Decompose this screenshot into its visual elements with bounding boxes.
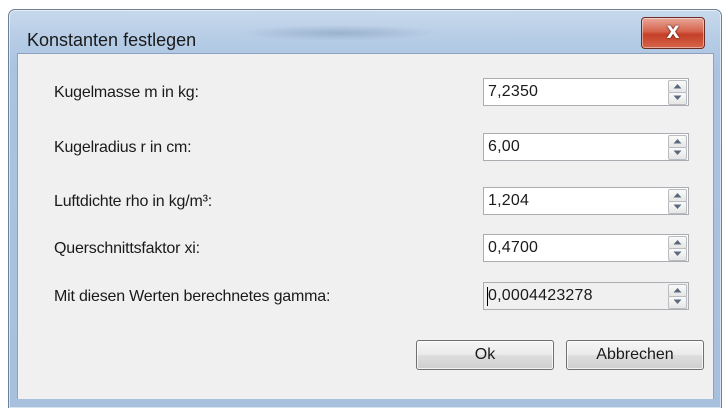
chevron-up-icon <box>673 240 682 245</box>
cross-section-spinbox[interactable]: 0,4700 <box>483 234 689 262</box>
radius-input[interactable]: 6,00 <box>488 138 520 156</box>
ok-button[interactable]: Ok <box>416 340 554 370</box>
chevron-down-icon <box>673 204 682 209</box>
chevron-down-icon <box>673 95 682 100</box>
field-label-radius: Kugelradius r in cm: <box>54 139 192 156</box>
chevron-up-icon <box>673 193 682 198</box>
cancel-button[interactable]: Abbrechen <box>566 340 704 370</box>
radius-spinbox[interactable]: 6,00 <box>483 133 689 161</box>
chevron-up-icon <box>673 139 682 144</box>
air-density-spin-down-button[interactable] <box>668 201 687 214</box>
gamma-output[interactable]: 0,0004423278 <box>488 287 593 305</box>
air-density-spinbox[interactable]: 1,204 <box>483 187 689 215</box>
mass-spin-down-button[interactable] <box>668 92 687 105</box>
cross-section-input[interactable]: 0,4700 <box>488 239 538 257</box>
air-density-input[interactable]: 1,204 <box>488 192 529 210</box>
title-glow <box>239 25 439 41</box>
chevron-up-icon <box>673 84 682 89</box>
chevron-down-icon <box>673 150 682 155</box>
mass-input[interactable]: 7,2350 <box>488 83 538 101</box>
field-label-cross-section: Querschnittsfaktor xi: <box>54 240 200 257</box>
close-button[interactable]: X <box>641 17 705 49</box>
chevron-down-icon <box>673 251 682 256</box>
cross-section-spin-down-button[interactable] <box>668 248 687 261</box>
gamma-spin-down-button[interactable] <box>668 296 687 309</box>
field-label-mass: Kugelmasse m in kg: <box>54 84 199 101</box>
gamma-spinbox[interactable]: 0,0004423278 <box>483 282 689 310</box>
chevron-down-icon <box>673 299 682 304</box>
field-label-air-density: Luftdichte rho in kg/m³: <box>54 193 212 210</box>
radius-spin-down-button[interactable] <box>668 147 687 160</box>
field-label-gamma: Mit diesen Werten berechnetes gamma: <box>54 288 331 305</box>
window-title: Konstanten festlegen <box>27 30 197 50</box>
close-icon: X <box>666 22 680 43</box>
chevron-up-icon <box>673 288 682 293</box>
mass-spinbox[interactable]: 7,2350 <box>483 78 689 106</box>
